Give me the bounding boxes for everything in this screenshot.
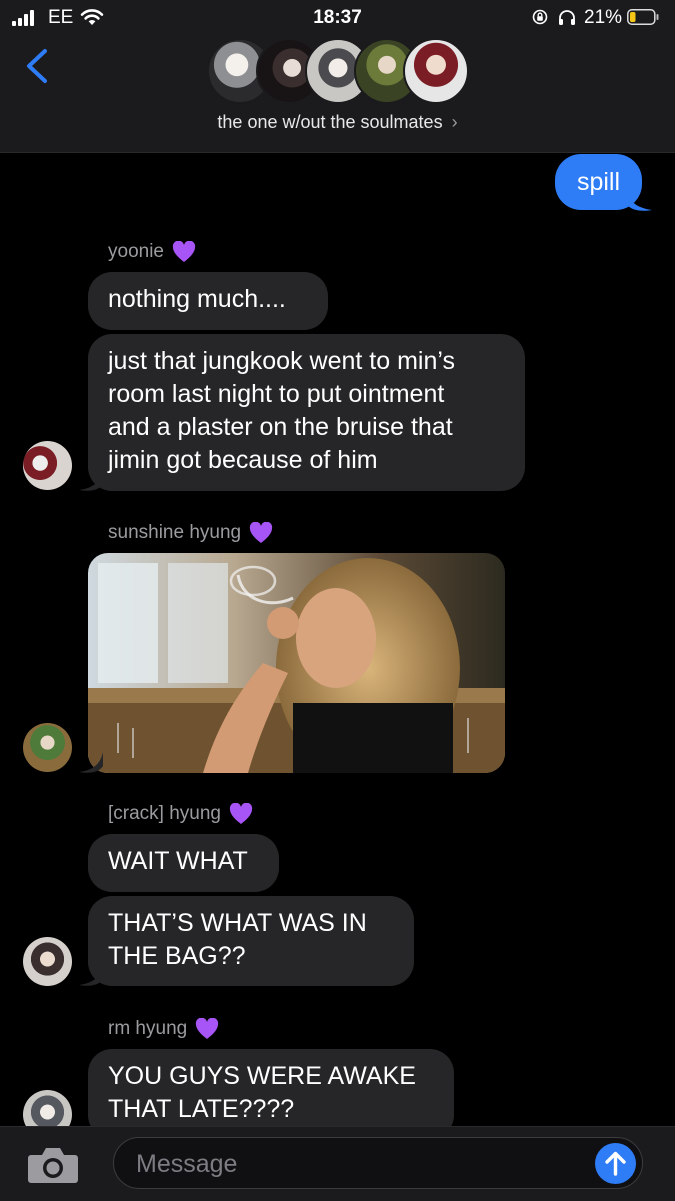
message-text: nothing much.... (108, 285, 286, 313)
sender-label: rm hyung (108, 1018, 188, 1039)
sender-label: [crack] hyung (108, 803, 221, 824)
send-button[interactable] (595, 1143, 636, 1184)
back-chevron-icon[interactable] (24, 48, 50, 84)
status-bar: EE 18:37 21% (0, 6, 675, 30)
message-field[interactable] (113, 1137, 643, 1189)
camera-icon[interactable] (27, 1145, 79, 1185)
bubble-tail (626, 190, 652, 211)
purple-heart-icon (196, 1018, 219, 1039)
sender-name: sunshine hyung (108, 522, 273, 544)
arrow-up-icon (605, 1151, 626, 1176)
image-message[interactable] (88, 553, 505, 773)
photo-woman-drinking-wine (88, 553, 505, 773)
avatar[interactable] (23, 723, 72, 772)
avatar (403, 38, 469, 104)
message-text: WAIT WHAT (108, 847, 248, 875)
message-line: and a plaster on the bruise that (108, 413, 453, 441)
avatar[interactable] (23, 937, 72, 986)
message-line: room last night to put ointment (108, 380, 445, 408)
battery-icon (627, 9, 659, 25)
chevron-right-icon: › (451, 112, 458, 132)
incoming-message[interactable]: just that jungkook went to min’s room la… (88, 334, 525, 491)
sender-name: rm hyung (108, 1018, 219, 1040)
sender-name: [crack] hyung (108, 803, 253, 825)
group-avatars[interactable] (207, 38, 469, 106)
bubble-tail (79, 965, 103, 986)
conversation-header: EE 18:37 21% the one w/out the soulmates… (0, 0, 675, 153)
group-name-text: the one w/out the soulmates (217, 112, 443, 132)
battery-percentage: 21% (584, 7, 623, 28)
message-line: THE BAG?? (108, 942, 246, 970)
incoming-message[interactable]: nothing much.... (88, 272, 328, 330)
message-input[interactable] (134, 1146, 578, 1182)
message-line: THAT LATE???? (108, 1095, 295, 1123)
purple-heart-icon (250, 522, 273, 543)
bubble-tail (79, 752, 103, 773)
sender-label: sunshine hyung (108, 522, 242, 543)
sender-name: yoonie (108, 241, 196, 263)
headphones-icon (559, 10, 575, 25)
incoming-message[interactable]: WAIT WHAT (88, 834, 279, 892)
group-name[interactable]: the one w/out the soulmates › (0, 112, 675, 133)
incoming-message[interactable]: THAT’S WHAT WAS IN THE BAG?? (88, 896, 414, 986)
bubble-tail (79, 470, 103, 491)
purple-heart-icon (229, 803, 253, 824)
purple-heart-icon (172, 241, 196, 262)
message-line: THAT’S WHAT WAS IN (108, 909, 367, 937)
sender-label: yoonie (108, 241, 164, 262)
message-line: jimin got because of him (108, 446, 378, 474)
avatar[interactable] (23, 441, 72, 490)
message-line: YOU GUYS WERE AWAKE (108, 1062, 416, 1090)
composer-bar (0, 1126, 675, 1201)
orientation-lock-icon (532, 9, 548, 25)
message-text: spill (576, 167, 621, 196)
message-line: just that jungkook went to min’s (108, 347, 455, 375)
